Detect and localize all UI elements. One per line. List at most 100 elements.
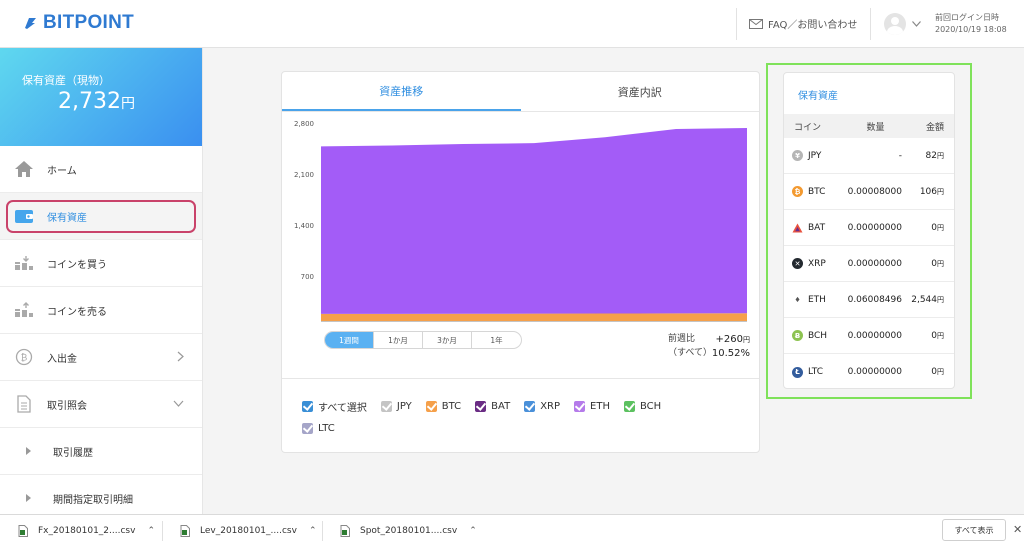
top-header: BITPOINT FAQ／お問い合わせ 前回ログイン日時 2020/10/19 …	[0, 0, 1024, 48]
download-filename: Lev_20180101_....csv	[200, 526, 297, 536]
bch-icon: Ƀ	[792, 330, 803, 341]
sidebar-item-label: ホーム	[47, 165, 77, 177]
bitpoint-logo[interactable]: BITPOINT	[22, 12, 134, 34]
coin-name: XRP	[808, 258, 826, 269]
sidebar-item-label: 入出金	[47, 353, 77, 365]
last-login-time: 2020/10/19 18:08	[935, 25, 1007, 34]
download-filename: Fx_20180101_2....csv	[38, 526, 136, 536]
sidebar-item-label: コインを買う	[47, 259, 107, 271]
chevron-down-icon	[912, 21, 921, 27]
coin-name: BAT	[808, 222, 826, 233]
coin-quantity: 0.06008496	[847, 294, 902, 305]
sidebar-item-holdings[interactable]: 保有資産	[0, 193, 202, 240]
csv-file-icon	[340, 525, 350, 537]
download-filename: Spot_20180101....csv	[360, 526, 458, 536]
filter-label: LTC	[318, 422, 335, 434]
period-3months[interactable]: 3か月	[423, 332, 472, 348]
checkbox-checked-icon	[302, 400, 313, 412]
jpy-icon: ¥	[792, 150, 803, 161]
coin-amount: 0円	[931, 258, 944, 269]
sidebar-item-history[interactable]: 取引照会	[0, 381, 202, 428]
close-icon[interactable]: ✕	[1013, 523, 1022, 536]
highlight-box	[6, 200, 196, 233]
document-icon	[14, 394, 34, 414]
period-1month[interactable]: 1か月	[374, 332, 423, 348]
sidebar-item-deposit[interactable]: ₿ 入出金	[0, 334, 202, 381]
total-asset-value: 2,732円	[58, 89, 135, 114]
column-header-coin: コイン	[794, 122, 822, 133]
coin-quantity: 0.00000000	[847, 367, 902, 377]
mail-icon	[749, 18, 763, 29]
sidebar-item-buy[interactable]: コインを買う	[0, 240, 202, 287]
period-selector: 1週間 1か月 3か月 1年	[324, 331, 522, 349]
coin-amount: 0円	[931, 222, 944, 233]
y-tick-label: 1,400	[294, 222, 314, 230]
coin-amount: 106円	[919, 186, 944, 197]
coin-amount: 82円	[925, 150, 944, 161]
sidebar-item-sell[interactable]: コインを売る	[0, 287, 202, 334]
total-asset-panel: 保有資産（現物） 2,732円	[0, 48, 202, 146]
period-1year[interactable]: 1年	[472, 332, 521, 348]
triangle-right-icon	[26, 447, 31, 455]
holding-row-bat: BAT 0.00000000 0円	[784, 210, 954, 246]
show-all-button[interactable]: すべて表示	[942, 519, 1006, 541]
sidebar-item-label: 取引照会	[47, 400, 87, 412]
coin-filter-list: すべて選択 JPY BTC BAT XRP ETH BCH LTC	[282, 378, 759, 439]
weekly-comparison: 前週比 +260円 （すべて） 10.52%	[668, 333, 750, 360]
sidebar-subitem-label: 取引履歴	[53, 447, 93, 459]
filter-label: BTC	[441, 400, 462, 412]
compare-percent: 10.52%	[711, 348, 750, 359]
coin-quantity: 0.00000000	[847, 258, 902, 269]
chevron-down-icon	[173, 400, 184, 407]
sidebar-subitem-period-statement[interactable]: 期間指定取引明細	[0, 475, 202, 514]
checkbox-checked-icon	[475, 400, 487, 412]
chevron-up-icon[interactable]: ⌃	[469, 526, 477, 536]
filter-label: BCH	[640, 400, 662, 412]
chevron-up-icon[interactable]: ⌃	[147, 526, 155, 536]
coin-name: BCH	[808, 330, 828, 341]
area-series-eth	[321, 127, 747, 314]
holding-row-bch: Ƀ BCH 0.00000000 0円	[784, 318, 954, 354]
sidebar: 保有資産（現物） 2,732円 ホーム 保有資産 コインを買う コインを売る ₿…	[0, 48, 203, 514]
coin-name: ETH	[808, 294, 826, 305]
download-item[interactable]: Fx_20180101_2....csv ⌃	[18, 515, 155, 546]
logo-icon	[25, 18, 36, 29]
chevron-up-icon[interactable]: ⌃	[309, 526, 317, 536]
compare-label-all: （すべて）	[668, 348, 713, 358]
sidebar-item-home[interactable]: ホーム	[0, 146, 202, 193]
csv-file-icon	[18, 525, 28, 537]
holding-row-xrp: ✕ XRP 0.00000000 0円	[784, 246, 954, 282]
checkbox-checked-icon	[302, 422, 313, 434]
bat-icon	[792, 222, 803, 233]
filter-checkbox-eth[interactable]: ETH	[574, 400, 610, 412]
btc-icon: ₿	[792, 186, 803, 197]
filter-checkbox-ltc[interactable]: LTC	[302, 422, 335, 434]
coin-name: BTC	[808, 186, 826, 197]
download-item[interactable]: Spot_20180101....csv ⌃	[340, 515, 477, 546]
holdings-title: 保有資産	[798, 91, 838, 102]
triangle-right-icon	[26, 494, 31, 502]
filter-checkbox-bch[interactable]: BCH	[624, 400, 662, 412]
period-1week[interactable]: 1週間	[325, 332, 374, 348]
coin-amount: 2,544円	[911, 294, 944, 305]
header-divider	[736, 8, 737, 40]
filter-checkbox-すべて選択[interactable]: すべて選択	[302, 399, 367, 414]
tab-asset-trend[interactable]: 資産推移	[282, 72, 521, 111]
faq-link[interactable]: FAQ／お問い合わせ	[749, 16, 857, 31]
filter-checkbox-bat[interactable]: BAT	[475, 400, 510, 412]
compare-label: 前週比	[668, 334, 696, 344]
filter-checkbox-xrp[interactable]: XRP	[524, 400, 560, 412]
filter-checkbox-btc[interactable]: BTC	[425, 400, 462, 412]
y-tick-label: 700	[301, 273, 314, 281]
filter-checkbox-jpy[interactable]: JPY	[380, 400, 412, 412]
csv-file-icon	[180, 525, 190, 537]
compare-value: +260円	[715, 334, 750, 345]
sidebar-subitem-trade-history[interactable]: 取引履歴	[0, 428, 202, 475]
tab-asset-breakdown[interactable]: 資産内訳	[521, 72, 760, 111]
column-header-amount: 金額	[925, 122, 944, 133]
filter-label: すべて選択	[318, 402, 367, 414]
user-menu[interactable]: 前回ログイン日時 2020/10/19 18:08	[884, 12, 1007, 36]
checkbox-checked-icon	[574, 400, 586, 412]
bitcoin-icon: ₿	[14, 347, 34, 367]
download-item[interactable]: Lev_20180101_....csv ⌃	[180, 515, 316, 546]
